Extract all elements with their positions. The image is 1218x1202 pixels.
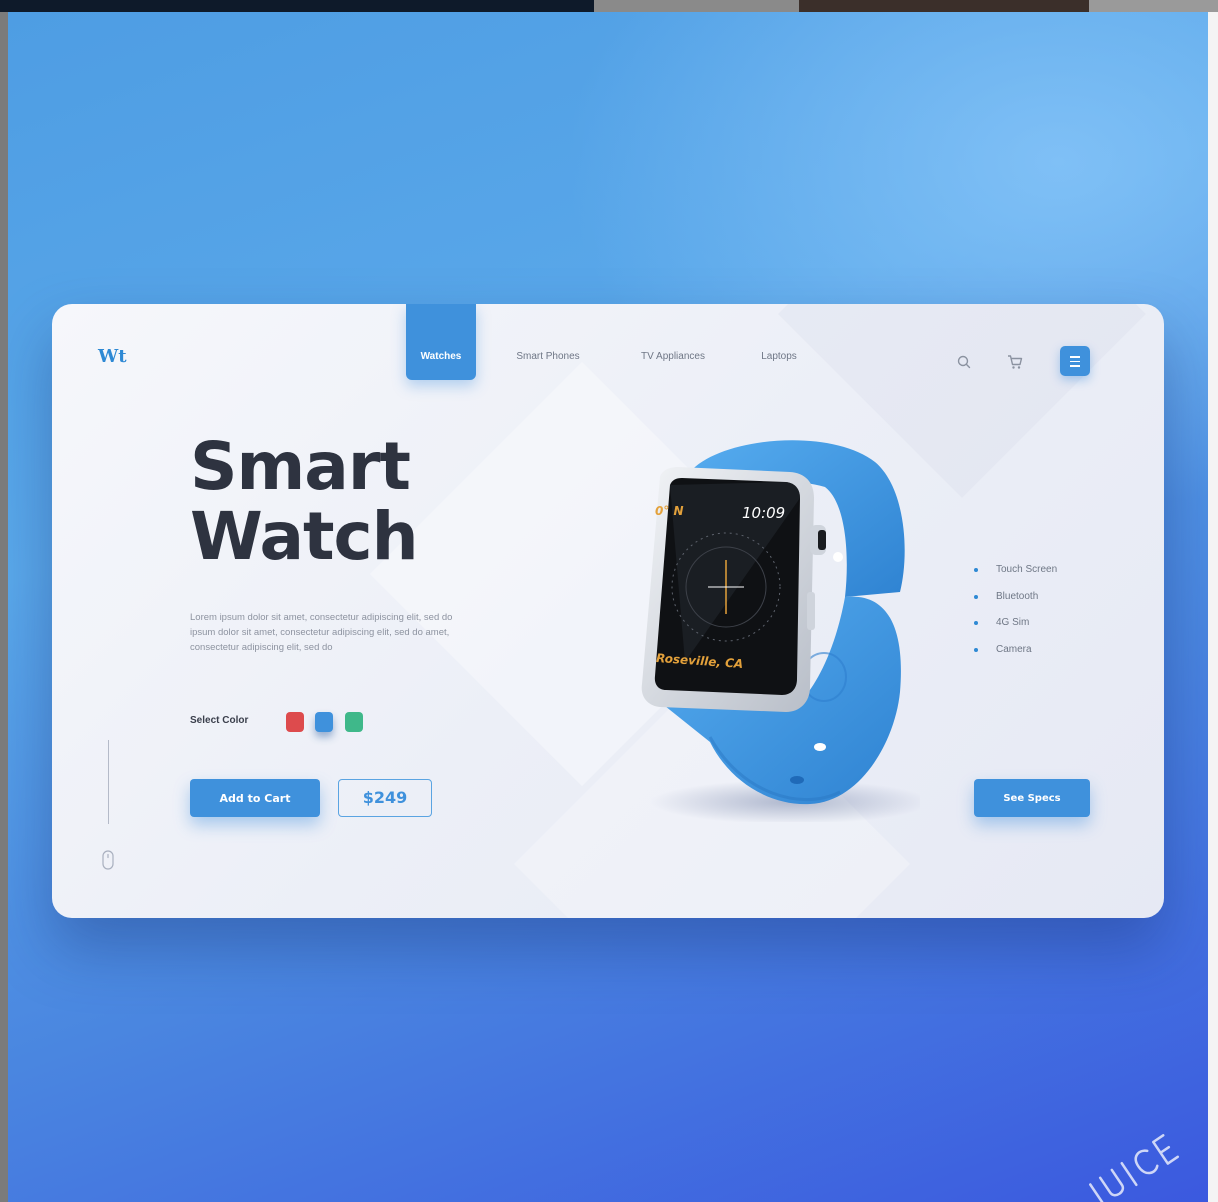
watch-face-heading: 0° N bbox=[655, 504, 684, 518]
feature-item: Camera bbox=[974, 642, 1057, 669]
scroll-indicator-line bbox=[108, 740, 109, 824]
add-to-cart-button[interactable]: Add to Cart bbox=[190, 779, 320, 817]
feature-list: Touch Screen Bluetooth 4G Sim Camera bbox=[974, 562, 1057, 668]
showcase-background: Wt Watches Smart Phones TV Appliances La… bbox=[8, 12, 1208, 1202]
feature-item: 4G Sim bbox=[974, 615, 1057, 642]
left-edge bbox=[0, 12, 8, 1202]
see-specs-button[interactable]: See Specs bbox=[974, 779, 1090, 817]
nav-item-watches[interactable]: Watches bbox=[406, 304, 476, 380]
nav-item-smart-phones[interactable]: Smart Phones bbox=[506, 304, 590, 380]
watch-face-time: 10:09 bbox=[742, 504, 786, 522]
title-line-2: Watch bbox=[190, 498, 419, 575]
menu-icon[interactable] bbox=[1060, 346, 1090, 376]
color-swatch-blue[interactable] bbox=[315, 712, 333, 732]
right-edge bbox=[1208, 12, 1218, 1202]
brand-logo[interactable]: Wt bbox=[98, 346, 127, 367]
color-swatch-green[interactable] bbox=[345, 712, 363, 732]
scroll-mouse-icon bbox=[102, 850, 114, 870]
feature-item: Touch Screen bbox=[974, 562, 1057, 589]
juice-watermark bbox=[1062, 1104, 1208, 1202]
top-image-strip bbox=[0, 0, 1218, 12]
product-landing-card: Wt Watches Smart Phones TV Appliances La… bbox=[52, 304, 1164, 918]
feature-item: Bluetooth bbox=[974, 589, 1057, 616]
color-swatch-red[interactable] bbox=[286, 712, 304, 732]
select-color-label: Select Color bbox=[190, 715, 249, 726]
title-line-1: Smart bbox=[190, 428, 411, 505]
page-title: Smart Watch bbox=[190, 428, 419, 575]
nav-item-tv-appliances[interactable]: TV Appliances bbox=[626, 304, 720, 380]
nav-item-laptops[interactable]: Laptops bbox=[746, 304, 812, 380]
product-image-smart-watch: 0° N 10:09 Roseville, CA bbox=[600, 432, 930, 824]
search-icon[interactable] bbox=[956, 354, 972, 370]
product-description: Lorem ipsum dolor sit amet, consectetur … bbox=[190, 612, 453, 653]
cart-icon[interactable] bbox=[1006, 354, 1024, 370]
price-tag: $249 bbox=[338, 779, 432, 817]
